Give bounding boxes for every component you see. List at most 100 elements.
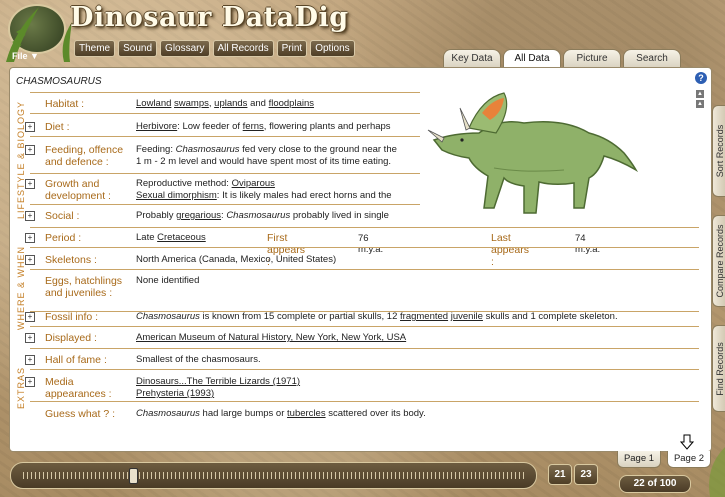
row-divider: [30, 113, 420, 114]
help-icon[interactable]: ?: [695, 72, 707, 84]
menu-all-records-button[interactable]: All Records: [212, 40, 274, 57]
section-label-lifestyle: LIFESTYLE & BIOLOGY: [16, 100, 26, 219]
media-link-2[interactable]: Prehysteria (1993): [136, 388, 214, 399]
fossil-label: Fossil info :: [45, 311, 99, 323]
diet-value: Herbivore: Low feeder of ferns, flowerin…: [136, 121, 391, 132]
menu-sound-button[interactable]: Sound: [118, 40, 158, 57]
cretaceous-link[interactable]: Cretaceous: [157, 232, 206, 243]
media-label: Media appearances :: [45, 376, 112, 400]
record-slider[interactable]: [10, 462, 537, 489]
guess-label: Guess what ? :: [45, 408, 116, 420]
fossil-expand-icon[interactable]: +: [25, 312, 35, 322]
hall-value: Smallest of the chasmosaurs.: [136, 354, 261, 365]
sort-records-tab[interactable]: Sort Records: [712, 105, 725, 197]
page-1-tab[interactable]: Page 1: [617, 451, 661, 468]
row-divider: [30, 326, 699, 327]
app-logo: [4, 2, 72, 62]
row-divider: [30, 173, 420, 174]
menu-print-button[interactable]: Print: [276, 40, 308, 57]
hall-expand-icon[interactable]: +: [25, 355, 35, 365]
diet-expand-icon[interactable]: +: [25, 122, 35, 132]
skeletons-value: North America (Canada, Mexico, United St…: [136, 254, 337, 265]
slider-ticks: [23, 472, 524, 479]
leaf-decoration-icon: [709, 447, 725, 497]
sexual-dimorphism-link[interactable]: Sexual dimorphism: [136, 190, 217, 201]
section-divider: [30, 92, 420, 93]
fragmented-link[interactable]: fragmented: [400, 311, 448, 322]
swamps-link[interactable]: swamps: [174, 98, 209, 109]
where-when-section: WHERE & WHEN + Period : Late Cretaceous …: [14, 227, 699, 348]
period-value: Late Cretaceous: [136, 232, 206, 243]
eggs-label: Eggs, hatchlings and juveniles :: [45, 275, 123, 299]
skeletons-expand-icon[interactable]: +: [25, 255, 35, 265]
floodplains-link[interactable]: floodplains: [269, 98, 314, 109]
menu-glossary-button[interactable]: Glossary: [160, 40, 210, 57]
tab-picture[interactable]: Picture: [563, 49, 621, 68]
guess-value: Chasmosaurus had large bumps or tubercle…: [136, 408, 426, 419]
row-divider: [30, 269, 699, 270]
oviparous-link[interactable]: Oviparous: [232, 178, 275, 189]
row-divider: [30, 401, 699, 402]
gregarious-link[interactable]: gregarious: [176, 210, 221, 221]
last-appears-value: 74 m.y.a.: [575, 233, 601, 255]
view-tabs: Key Data All Data Picture Search: [443, 49, 681, 69]
feeding-value: Feeding: Chasmosaurus fed very close to …: [136, 144, 397, 167]
tubercles-link[interactable]: tubercles: [287, 408, 326, 419]
eggs-value: None identified: [136, 275, 200, 286]
species-name: CHASMOSAURUS: [16, 76, 102, 87]
section-divider: [30, 348, 699, 349]
tab-all-data[interactable]: All Data: [503, 49, 561, 69]
social-value: Probably gregarious: Chasmosaurus probab…: [136, 210, 389, 221]
all-data-panel: CHASMOSAURUS ? ▲ ▲ LIFESTYLE & BIOLOGY H…: [9, 67, 712, 452]
last-appears-label: Last appears :: [491, 232, 529, 268]
tab-key-data[interactable]: Key Data: [443, 49, 501, 68]
row-divider: [30, 369, 699, 370]
feeding-expand-icon[interactable]: +: [25, 145, 35, 155]
lifestyle-biology-section: LIFESTYLE & BIOLOGY Habitat : Lowland sw…: [14, 92, 699, 227]
feeding-label: Feeding, offence and defence :: [45, 144, 124, 168]
growth-label: Growth and development :: [45, 178, 111, 202]
tab-search[interactable]: Search: [623, 49, 681, 68]
media-link-1[interactable]: Dinosaurs...The Terrible Lizards (1971): [136, 376, 300, 387]
juvenile-link[interactable]: juvenile: [451, 311, 483, 322]
fossil-value: Chasmosaurus is known from 15 complete o…: [136, 311, 618, 322]
ferns-link[interactable]: ferns: [243, 121, 264, 132]
displayed-value: American Museum of Natural History, New …: [136, 332, 406, 344]
slider-thumb[interactable]: [129, 468, 139, 484]
habitat-value: Lowland swamps, uplands and floodplains: [136, 98, 314, 109]
diet-label: Diet :: [45, 121, 70, 133]
herbivore-link[interactable]: Herbivore: [136, 121, 177, 132]
lowland-link[interactable]: Lowland: [136, 98, 171, 109]
uplands-link[interactable]: uplands: [214, 98, 247, 109]
menu-bar: Theme Sound Glossary All Records Print O…: [74, 40, 355, 57]
displayed-label: Displayed :: [45, 332, 97, 344]
file-menu[interactable]: File ▼: [12, 51, 39, 61]
section-divider: [30, 227, 699, 228]
row-divider: [30, 204, 420, 205]
displayed-expand-icon[interactable]: +: [25, 333, 35, 343]
section-label-where-when: WHERE & WHEN: [16, 245, 26, 330]
row-divider: [30, 247, 699, 248]
period-label: Period :: [45, 232, 82, 244]
extras-section: EXTRAS + Hall of fame : Smallest of the …: [14, 348, 699, 428]
menu-options-button[interactable]: Options: [310, 40, 355, 57]
next-record-button[interactable]: 23: [574, 464, 598, 485]
growth-value: Reproductive method: Oviparous Sexual dim…: [136, 178, 392, 201]
first-appears-value: 76 m.y.a.: [358, 233, 384, 255]
social-label: Social :: [45, 210, 80, 222]
app-title: Dinosaur DataDig: [70, 2, 349, 33]
find-records-tab[interactable]: Find Records: [712, 325, 725, 412]
museum-link[interactable]: American Museum of Natural History, New …: [136, 332, 406, 343]
compare-records-tab[interactable]: Compare Records: [712, 215, 725, 307]
previous-record-button[interactable]: 21: [548, 464, 572, 485]
period-expand-icon[interactable]: +: [25, 233, 35, 243]
growth-expand-icon[interactable]: +: [25, 179, 35, 189]
media-expand-icon[interactable]: +: [25, 377, 35, 387]
skeletons-label: Skeletons :: [45, 254, 97, 266]
row-divider: [30, 136, 420, 137]
habitat-label: Habitat :: [45, 98, 85, 110]
media-value: Dinosaurs...The Terrible Lizards (1971) P…: [136, 376, 300, 400]
social-expand-icon[interactable]: +: [25, 211, 35, 221]
hall-label: Hall of fame :: [45, 354, 107, 366]
menu-theme-button[interactable]: Theme: [74, 40, 116, 57]
